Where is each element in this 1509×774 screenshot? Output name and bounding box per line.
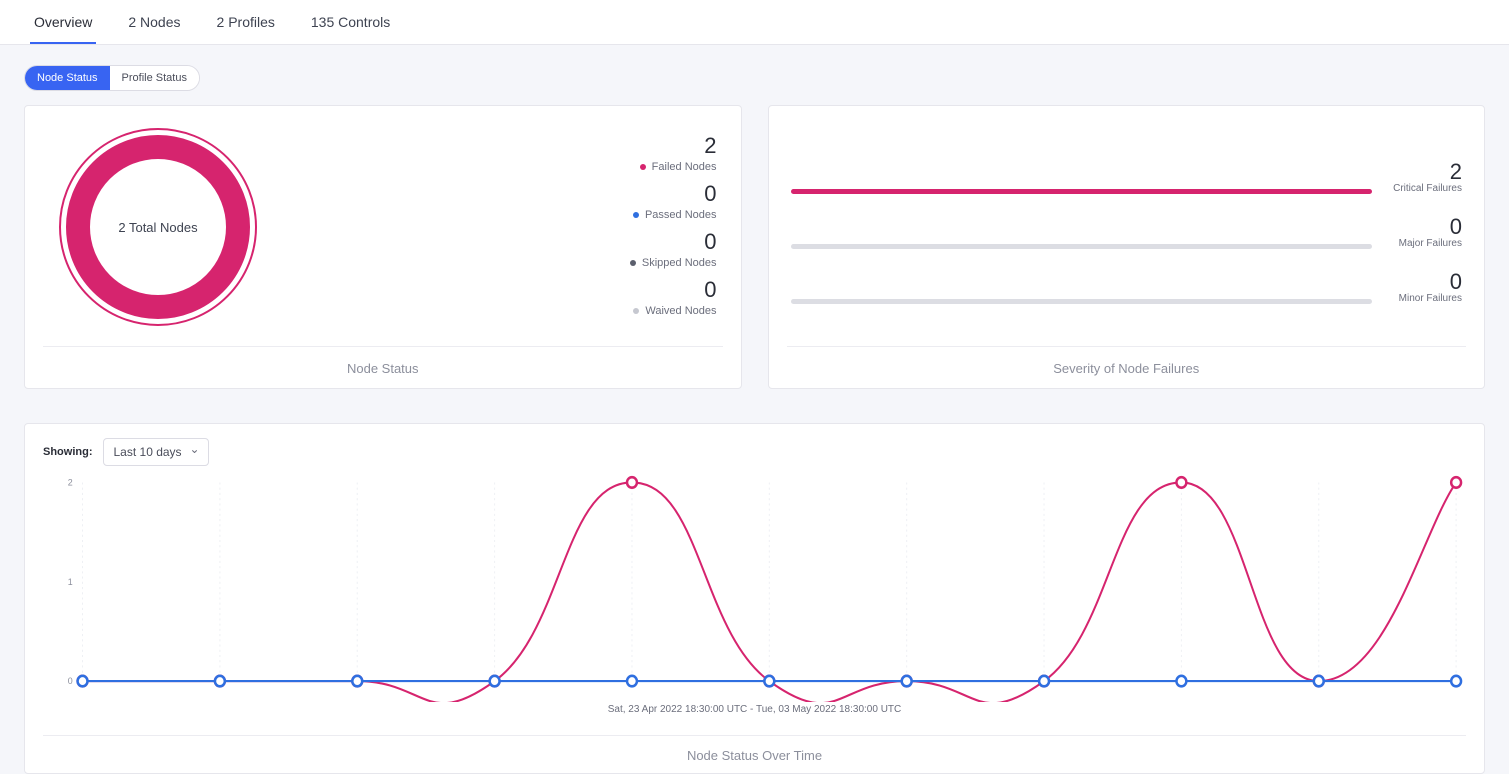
dot-icon xyxy=(630,260,636,266)
tab-profiles[interactable]: 2 Profiles xyxy=(213,0,279,44)
tab-overview[interactable]: Overview xyxy=(30,0,96,44)
node-status-footer: Node Status xyxy=(43,346,723,376)
severity-critical: 2 Critical Failures xyxy=(791,161,1463,194)
tabs-bar: Overview 2 Nodes 2 Profiles 135 Controls xyxy=(0,0,1509,45)
trend-card: Showing: Last 10 days 0 1 2 Sat, 23 Apr 20… xyxy=(24,423,1485,774)
node-status-legend: 2 Failed Nodes 0 Passed Nodes 0 Skipped … xyxy=(630,122,723,332)
summary-cards: 2 Total Nodes 2 Failed Nodes 0 Passed No… xyxy=(0,105,1509,389)
severity-minor-count: 0 xyxy=(1384,271,1462,293)
svg-text:1: 1 xyxy=(68,577,73,587)
status-toggle: Node Status Profile Status xyxy=(24,65,200,91)
severity-critical-label: Critical Failures xyxy=(1384,183,1462,194)
trend-chart: 0 1 2 xyxy=(43,472,1466,702)
tab-nodes[interactable]: 2 Nodes xyxy=(124,0,184,44)
severity-critical-bar xyxy=(791,189,1373,194)
severity-critical-count: 2 xyxy=(1384,161,1462,183)
dot-icon xyxy=(633,212,639,218)
dot-icon xyxy=(633,308,639,314)
severity-minor: 0 Minor Failures xyxy=(791,271,1463,304)
legend-skipped-label: Skipped Nodes xyxy=(642,257,717,269)
tab-controls[interactable]: 135 Controls xyxy=(307,0,394,44)
toggle-profile-status[interactable]: Profile Status xyxy=(110,66,199,90)
legend-passed-label: Passed Nodes xyxy=(645,209,717,221)
severity-minor-label: Minor Failures xyxy=(1384,293,1462,304)
trend-header: Showing: Last 10 days xyxy=(43,438,1466,466)
severity-card: 2 Critical Failures 0 Major Failures 0 xyxy=(768,105,1486,389)
node-status-card: 2 Total Nodes 2 Failed Nodes 0 Passed No… xyxy=(24,105,742,389)
toggle-node-status[interactable]: Node Status xyxy=(25,66,110,90)
legend-skipped: 0 Skipped Nodes xyxy=(630,231,717,271)
legend-failed-count: 2 xyxy=(630,135,717,157)
legend-waived-count: 0 xyxy=(630,279,717,301)
severity-footer: Severity of Node Failures xyxy=(787,346,1467,376)
range-select[interactable]: Last 10 days xyxy=(103,438,209,466)
node-status-donut: 2 Total Nodes xyxy=(43,122,273,332)
severity-major: 0 Major Failures xyxy=(791,216,1463,249)
severity-major-label: Major Failures xyxy=(1384,238,1462,249)
trend-date-range: Sat, 23 Apr 2022 18:30:00 UTC - Tue, 03 … xyxy=(43,704,1466,715)
legend-passed-count: 0 xyxy=(630,183,717,205)
legend-skipped-count: 0 xyxy=(630,231,717,253)
trend-footer: Node Status Over Time xyxy=(43,735,1466,763)
svg-text:2: 2 xyxy=(68,477,73,487)
line-chart-icon: 0 1 2 xyxy=(43,472,1466,702)
dot-icon xyxy=(640,164,646,170)
svg-text:0: 0 xyxy=(68,676,73,686)
legend-failed: 2 Failed Nodes xyxy=(630,135,717,175)
legend-passed: 0 Passed Nodes xyxy=(630,183,717,223)
severity-rows: 2 Critical Failures 0 Major Failures 0 xyxy=(787,122,1467,332)
showing-label: Showing: xyxy=(43,446,93,458)
legend-waived: 0 Waived Nodes xyxy=(630,279,717,319)
donut-center-label: 2 Total Nodes xyxy=(118,220,197,235)
severity-major-count: 0 xyxy=(1384,216,1462,238)
legend-failed-label: Failed Nodes xyxy=(652,161,717,173)
legend-waived-label: Waived Nodes xyxy=(645,305,716,317)
